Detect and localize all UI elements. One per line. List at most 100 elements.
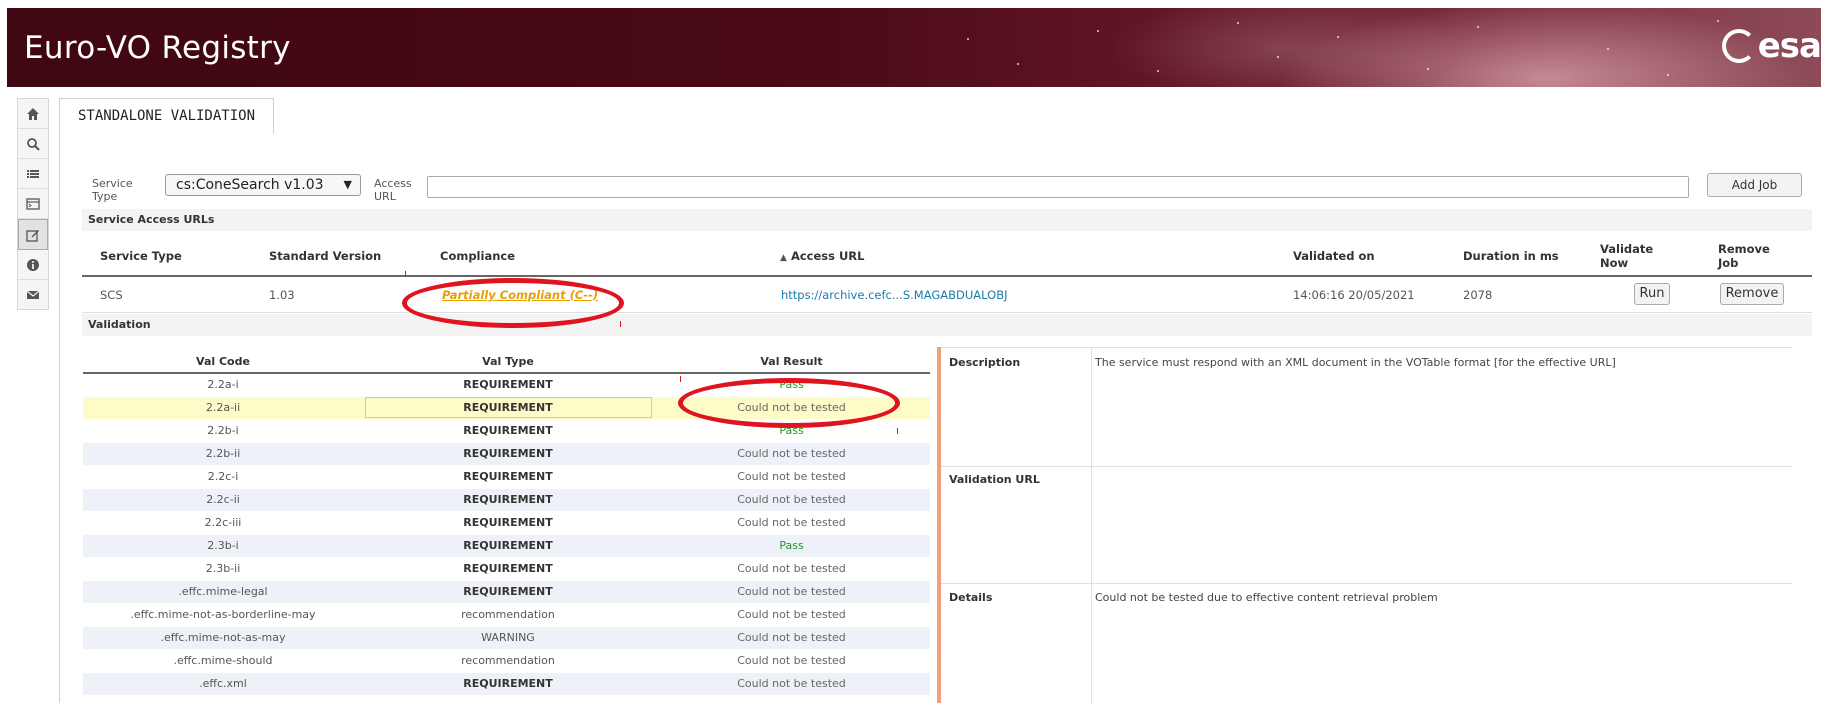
run-button[interactable]: Run bbox=[1634, 283, 1670, 305]
val-code-cell: .effc.mime-not-as-borderline-may bbox=[130, 608, 316, 621]
table-row[interactable]: .effc.mime-not-as-borderline-may recommen… bbox=[83, 604, 930, 626]
row-validated-on: 14:06:16 20/05/2021 bbox=[1293, 288, 1415, 302]
val-code-cell: .effc.xml bbox=[199, 677, 247, 690]
val-code-cell: 2.2b-ii bbox=[205, 447, 241, 460]
description-text: The service must respond with an XML doc… bbox=[1095, 356, 1616, 369]
search-icon[interactable] bbox=[18, 129, 48, 159]
val-type-cell: REQUIREMENT bbox=[463, 562, 553, 575]
val-type-cell: REQUIREMENT bbox=[463, 585, 553, 598]
remove-button[interactable]: Remove bbox=[1720, 283, 1784, 305]
details-section: Details Could not be tested due to effec… bbox=[941, 583, 1792, 703]
val-code-cell: 2.2a-i bbox=[207, 378, 239, 391]
chevron-down-icon: ▼ bbox=[343, 178, 352, 191]
service-access-urls-header: Service Access URLs bbox=[82, 209, 1812, 231]
val-code-cell: .effc.mime-legal bbox=[178, 585, 268, 598]
validation-url-label: Validation URL bbox=[949, 473, 1040, 486]
val-type-cell: WARNING bbox=[481, 631, 535, 644]
service-type-label: Service Type bbox=[92, 177, 133, 203]
val-result-cell: Could not be tested bbox=[737, 677, 846, 690]
selected-cell-frame bbox=[365, 397, 652, 418]
esa-logo-text: esa bbox=[1757, 26, 1821, 66]
val-result-cell: Could not be tested bbox=[737, 562, 846, 575]
val-type-cell: REQUIREMENT bbox=[463, 539, 553, 552]
val-code-cell: 2.2c-ii bbox=[206, 493, 240, 506]
header-rule bbox=[82, 275, 1812, 277]
val-result-cell: Could not be tested bbox=[737, 631, 846, 644]
val-code-cell: 2.3b-ii bbox=[205, 562, 241, 575]
tab-bar: STANDALONE VALIDATION bbox=[59, 98, 1821, 135]
col-duration[interactable]: Duration in ms bbox=[1463, 249, 1559, 263]
validation-detail-panel: Description The service must respond wit… bbox=[937, 347, 1792, 703]
val-type-cell: recommendation bbox=[461, 608, 555, 621]
val-type-cell: REQUIREMENT bbox=[463, 378, 553, 391]
annotation-tick bbox=[680, 376, 681, 382]
list-icon[interactable] bbox=[18, 159, 48, 189]
validation-header: Validation bbox=[82, 314, 1812, 336]
table-row[interactable]: 2.3b-i REQUIREMENT Pass bbox=[83, 535, 930, 557]
val-type-cell: REQUIREMENT bbox=[463, 470, 553, 483]
validation-url-section: Validation URL bbox=[941, 465, 1792, 584]
val-result-cell: Could not be tested bbox=[737, 470, 846, 483]
col-validated-on[interactable]: Validated on bbox=[1293, 249, 1375, 263]
row-standard-version: 1.03 bbox=[269, 288, 295, 302]
val-type-cell: REQUIREMENT bbox=[463, 424, 553, 437]
tab-standalone-validation[interactable]: STANDALONE VALIDATION bbox=[59, 98, 275, 135]
annotation-tick bbox=[620, 321, 621, 327]
home-icon[interactable] bbox=[18, 99, 48, 129]
description-section: Description The service must respond wit… bbox=[941, 347, 1792, 467]
annotation-tick bbox=[897, 428, 898, 434]
val-type-cell: REQUIREMENT bbox=[463, 447, 553, 460]
validation-table-header: Val Code Val Type Val Result bbox=[83, 351, 930, 373]
table-row[interactable]: 2.2c-ii REQUIREMENT Could not be tested bbox=[83, 489, 930, 511]
col-compliance[interactable]: Compliance bbox=[440, 249, 515, 263]
val-result-cell: Could not be tested bbox=[737, 447, 846, 460]
col-access-url[interactable]: ▲ Access URL bbox=[780, 249, 865, 263]
val-code-cell: .effc.mime-not-as-may bbox=[160, 631, 286, 644]
col-val-result[interactable]: Val Result bbox=[653, 351, 930, 373]
col-service-type[interactable]: Service Type bbox=[100, 249, 182, 263]
val-code-cell: 2.2a-ii bbox=[205, 401, 241, 414]
annotation-tick bbox=[405, 271, 406, 277]
table-row[interactable]: .effc.mime-not-as-may WARNING Could not be… bbox=[83, 627, 930, 649]
val-type-cell: REQUIREMENT bbox=[463, 516, 553, 529]
annotation-ellipse-compliance bbox=[402, 278, 624, 328]
val-code-cell: 2.2b-i bbox=[207, 424, 239, 437]
add-job-button[interactable]: Add Job bbox=[1707, 173, 1802, 197]
table-row[interactable]: .effc.mime-legal REQUIREMENT Could not be … bbox=[83, 581, 930, 603]
details-label: Details bbox=[949, 591, 993, 604]
col-standard-version[interactable]: Standard Version bbox=[269, 249, 381, 263]
val-code-cell: .effc.mime-should bbox=[173, 654, 273, 667]
col-remove-job: Remove Job bbox=[1718, 242, 1770, 270]
description-label: Description bbox=[949, 356, 1021, 369]
col-access-url-label: Access URL bbox=[790, 249, 865, 263]
table-row[interactable]: 2.3b-ii REQUIREMENT Could not be tested bbox=[83, 558, 930, 580]
app-title: Euro-VO Registry bbox=[24, 30, 291, 66]
terminal-icon[interactable] bbox=[18, 189, 48, 219]
table-row[interactable]: .effc.xml REQUIREMENT Could not be tested bbox=[83, 673, 930, 695]
row-divider bbox=[82, 312, 1812, 313]
row-access-url-link[interactable]: https://archive.cefc...S.MAGABDUALOBJ bbox=[781, 288, 1008, 302]
service-type-select[interactable]: cs:ConeSearch v1.03 ▼ bbox=[165, 174, 361, 196]
table-row[interactable]: 2.2c-iii REQUIREMENT Could not be tested bbox=[83, 512, 930, 534]
edit-icon[interactable] bbox=[18, 219, 48, 250]
val-result-cell: Could not be tested bbox=[737, 516, 846, 529]
table-row[interactable]: .effc.mime-should recommendation Could not… bbox=[83, 650, 930, 672]
row-duration: 2078 bbox=[1463, 288, 1493, 302]
info-icon[interactable] bbox=[18, 250, 48, 280]
access-url-input[interactable] bbox=[427, 176, 1689, 198]
val-type-cell: REQUIREMENT bbox=[463, 493, 553, 506]
annotation-ellipse-result bbox=[678, 378, 900, 428]
table-row[interactable]: 2.2c-i REQUIREMENT Could not be tested bbox=[83, 466, 930, 488]
val-type-cell: REQUIREMENT bbox=[463, 677, 553, 690]
col-val-code[interactable]: Val Code bbox=[83, 351, 363, 373]
val-code-cell: 2.2c-iii bbox=[204, 516, 242, 529]
side-toolbar bbox=[17, 98, 49, 310]
val-code-cell: 2.3b-i bbox=[207, 539, 239, 552]
mail-icon[interactable] bbox=[18, 280, 48, 309]
header-banner: Euro-VO Registry esa bbox=[7, 8, 1821, 87]
esa-logo-icon bbox=[1721, 29, 1756, 63]
esa-logo: esa bbox=[1721, 26, 1821, 66]
col-val-type[interactable]: Val Type bbox=[363, 351, 653, 373]
sort-asc-icon: ▲ bbox=[780, 253, 787, 263]
table-row[interactable]: 2.2b-ii REQUIREMENT Could not be tested bbox=[83, 443, 930, 465]
